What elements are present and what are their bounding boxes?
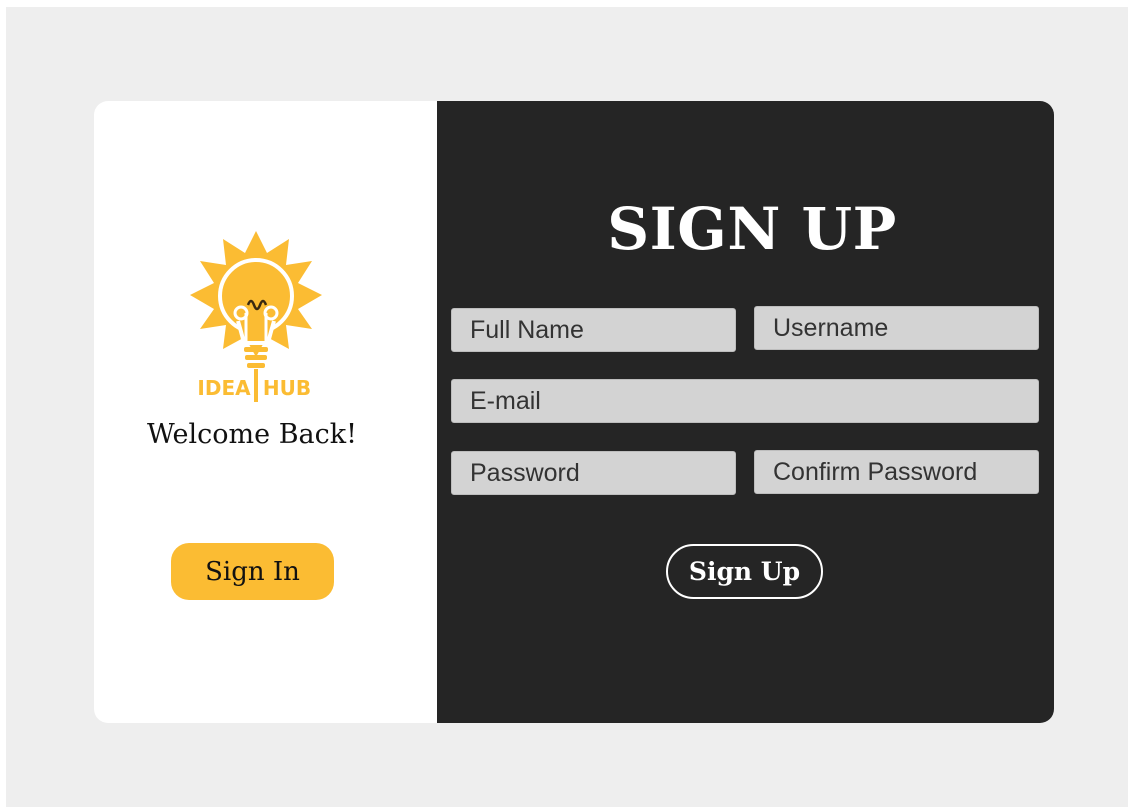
svg-text:IDEA: IDEA: [197, 376, 251, 400]
password-field[interactable]: Password: [451, 451, 736, 495]
sign-up-button[interactable]: Sign Up: [666, 544, 823, 599]
idea-hub-logo: IDEA HUB: [186, 229, 326, 404]
sign-in-button[interactable]: Sign In: [171, 543, 334, 600]
svg-text:HUB: HUB: [263, 376, 311, 400]
email-field[interactable]: E-mail: [451, 379, 1039, 423]
confirm-password-field[interactable]: Confirm Password: [754, 450, 1039, 494]
left-panel: IDEA HUB Welcome Back! Sign In: [94, 101, 437, 723]
lightbulb-sun-icon: IDEA HUB: [190, 231, 322, 402]
username-field[interactable]: Username: [754, 306, 1039, 350]
welcome-text: Welcome Back!: [147, 419, 357, 450]
right-panel: SIGN UP Full Name Username E-mail Passwo…: [437, 101, 1054, 723]
full-name-field[interactable]: Full Name: [451, 308, 736, 352]
page-title: SIGN UP: [607, 195, 897, 263]
auth-card: IDEA HUB Welcome Back! Sign In SIGN UP F…: [94, 101, 1054, 723]
